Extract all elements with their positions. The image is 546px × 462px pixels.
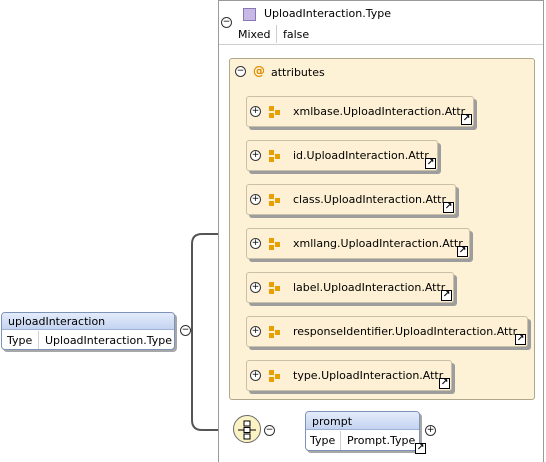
attribute-group-xmllang[interactable]: + xmllang.UploadInteraction.Attr ↗ <box>246 228 470 259</box>
attribute-group-label: type.UploadInteraction.Attr <box>293 369 444 382</box>
link-arrow-icon[interactable]: ↗ <box>439 378 450 389</box>
link-arrow-icon[interactable]: ↗ <box>425 158 436 169</box>
expand-toggle[interactable]: + <box>250 282 261 293</box>
element-type-value: UploadInteraction.Type <box>45 334 172 347</box>
attribute-group-class[interactable]: + class.UploadInteraction.Attr ↗ <box>246 184 456 215</box>
prompt-expand-toggle[interactable]: + <box>425 425 436 436</box>
prompt-type-value: Prompt.Type <box>347 434 416 447</box>
attribute-group-icon <box>269 238 280 250</box>
element-type-separator <box>38 331 39 349</box>
attribute-group-responseidentifier[interactable]: + responseIdentifier.UploadInteraction.A… <box>246 316 528 347</box>
complex-type-collapse-toggle[interactable]: − <box>221 17 232 28</box>
attribute-group-icon <box>269 370 280 382</box>
prompt-name: prompt <box>312 415 353 428</box>
attribute-group-id[interactable]: + id.UploadInteraction.Attr ↗ <box>246 140 438 171</box>
attribute-group-label: class.UploadInteraction.Attr <box>293 193 447 206</box>
attributes-title: attributes <box>271 66 325 79</box>
attribute-group-label: xmllang.UploadInteraction.Attr <box>293 237 463 250</box>
attribute-group-icon <box>269 282 280 294</box>
attribute-group-icon <box>269 326 280 338</box>
attribute-group-label: responseIdentifier.UploadInteraction.Att… <box>293 325 518 338</box>
mixed-value: false <box>283 28 310 41</box>
sequence-symbol-icon <box>238 420 256 440</box>
expand-toggle[interactable]: + <box>250 326 261 337</box>
prompt-type-separator <box>340 431 341 450</box>
prompt-type-label: Type <box>310 434 336 447</box>
complex-type-name: UploadInteraction.Type <box>264 7 391 20</box>
link-arrow-icon[interactable]: ↗ <box>443 202 454 213</box>
attributes-collapse-toggle[interactable]: − <box>235 66 246 77</box>
prompt-link-arrow-icon[interactable]: ↗ <box>415 443 426 454</box>
link-arrow-icon[interactable]: ↗ <box>461 114 472 125</box>
element-name: uploadInteraction <box>8 315 106 328</box>
link-arrow-icon[interactable]: ↗ <box>457 246 468 257</box>
connector-element-to-attributes <box>186 233 218 331</box>
mixed-separator <box>276 25 277 43</box>
complex-type-icon <box>243 8 256 21</box>
expand-toggle[interactable]: + <box>250 238 261 249</box>
element-type-label: Type <box>7 334 33 347</box>
link-arrow-icon[interactable]: ↗ <box>515 334 526 345</box>
attribute-group-xmlbase[interactable]: + xmlbase.UploadInteraction.Attr ↗ <box>246 96 474 127</box>
attribute-group-label: xmlbase.UploadInteraction.Attr <box>293 105 466 118</box>
attribute-group-icon <box>269 150 280 162</box>
attribute-group-icon <box>269 106 280 118</box>
attribute-group-icon <box>269 194 280 206</box>
prompt-collapse-toggle[interactable]: − <box>264 425 275 436</box>
link-arrow-icon[interactable]: ↗ <box>441 290 452 301</box>
element-collapse-toggle[interactable]: − <box>180 325 191 336</box>
attribute-group-label: label.UploadInteraction.Attr <box>293 281 446 294</box>
mixed-label: Mixed <box>238 28 271 41</box>
attribute-group-label[interactable]: + label.UploadInteraction.Attr ↗ <box>246 272 454 303</box>
expand-toggle[interactable]: + <box>250 106 261 117</box>
expand-toggle[interactable]: + <box>250 194 261 205</box>
attribute-group-type[interactable]: + type.UploadInteraction.Attr ↗ <box>246 360 452 391</box>
expand-toggle[interactable]: + <box>250 150 261 161</box>
expand-toggle[interactable]: + <box>250 370 261 381</box>
attribute-group-label: id.UploadInteraction.Attr <box>293 149 429 162</box>
attributes-at-icon: @ <box>253 64 265 78</box>
